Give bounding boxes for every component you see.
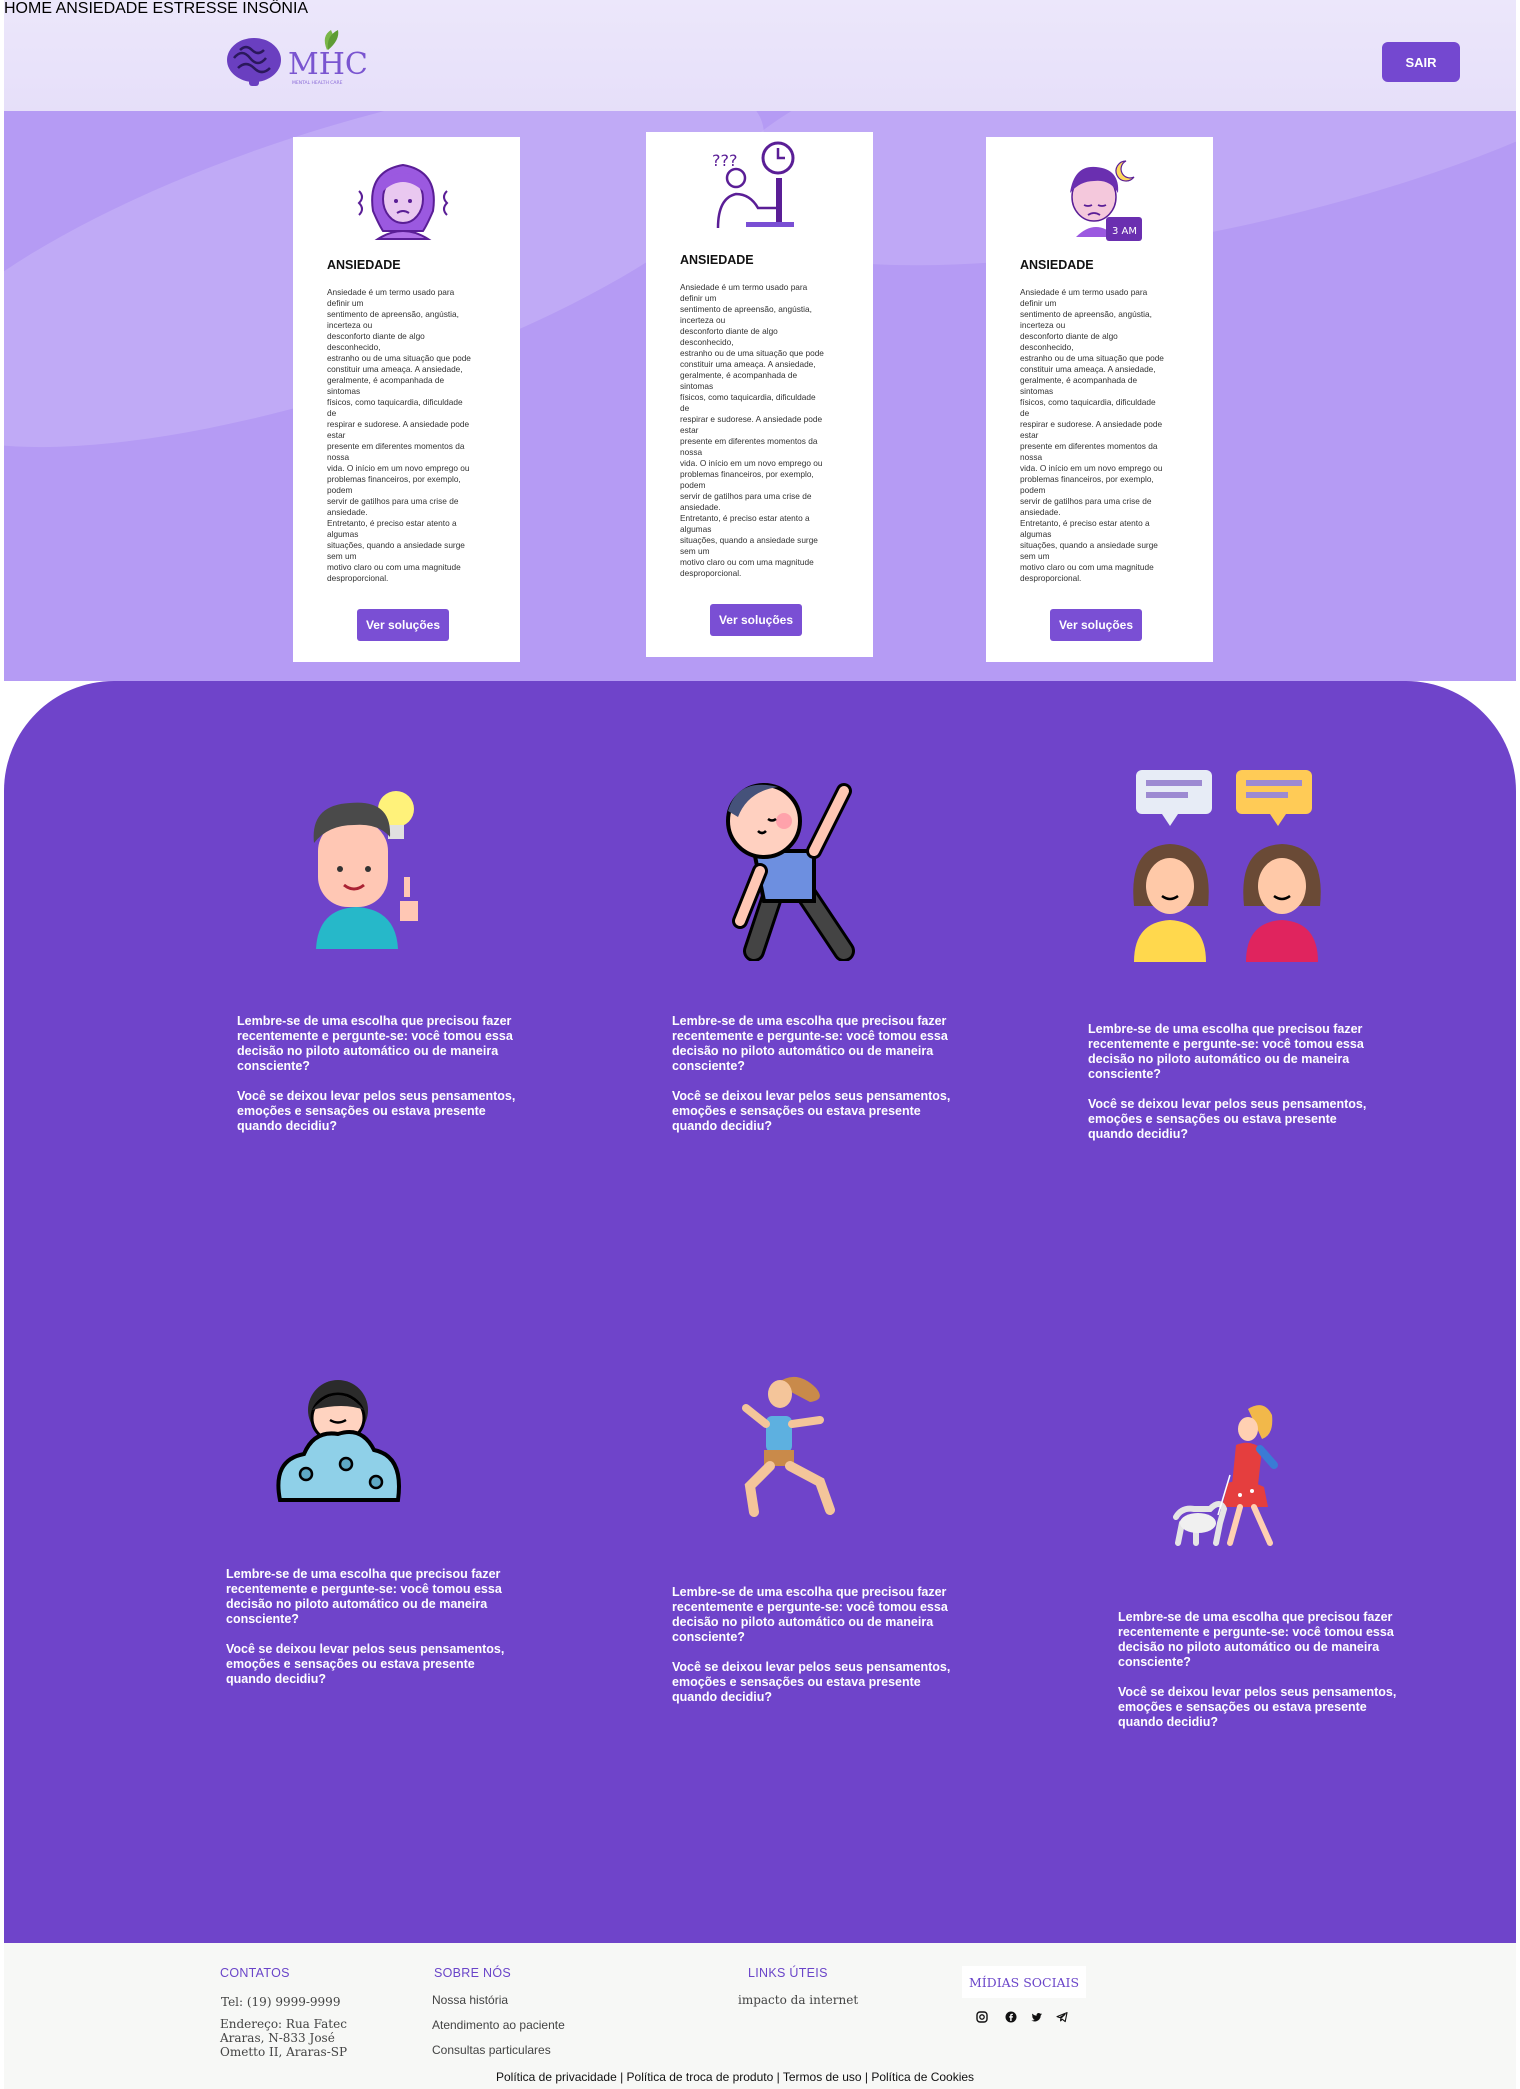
tip-text-6: Lembre-se de uma escolha que precisou fa… [1118, 1610, 1397, 1729]
useful-links-heading: LINKS ÚTEIS [748, 1966, 828, 1980]
man-lightbulb-illustration [313, 791, 418, 949]
facebook-icon[interactable] [1004, 2010, 1018, 2024]
nav-ansiedade[interactable]: ANSIEDADE [56, 0, 148, 17]
nav-home[interactable]: HOME [4, 0, 52, 17]
card-body: Ansiedade é um termo usado para definir … [680, 282, 824, 578]
anxious-woman-icon [357, 163, 449, 240]
instagram-icon[interactable] [975, 2010, 989, 2024]
card-title: ANSIEDADE [1020, 258, 1094, 272]
address-text: Endereço: Rua Fatec Araras, N-833 José O… [220, 2017, 348, 2059]
footer-link-internet-impact[interactable]: impacto da internet [738, 1993, 858, 2007]
person-bubble-bath-illustration [276, 1380, 401, 1502]
footer-link-private-consults[interactable]: Consultas particulares [432, 2043, 551, 2057]
phone-text: Tel: (19) 9999-9999 [221, 1995, 341, 2009]
social-media-heading-box: MÍDIAS SOCIAIS [962, 1966, 1086, 1998]
see-solutions-button[interactable]: Ver soluções [357, 609, 449, 641]
tip-text-2: Lembre-se de uma escolha que precisou fa… [672, 1014, 951, 1133]
tip-text-3: Lembre-se de uma escolha que precisou fa… [1088, 1022, 1367, 1141]
sleepless-man-3am-icon: 3 AM [1070, 160, 1142, 241]
site-footer [4, 1943, 1516, 2089]
tip-text-5: Lembre-se de uma escolha que precisou fa… [672, 1585, 951, 1704]
contacts-heading: CONTATOS [220, 1966, 290, 1980]
stretching-person-illustration [726, 783, 855, 961]
nav-insonia[interactable]: INSÔNIA [242, 0, 308, 17]
see-solutions-button[interactable]: Ver soluções [710, 604, 802, 636]
logout-button[interactable]: SAIR [1382, 42, 1460, 82]
card-title: ANSIEDADE [680, 253, 754, 267]
twitter-icon[interactable] [1030, 2010, 1044, 2024]
about-heading: SOBRE NÓS [434, 1966, 512, 1980]
info-card-anxiety-2: ??? ANSIEDADE Ansiedade é um termo usado… [646, 132, 873, 657]
brain-logo[interactable]: MHC MENTAL HEALTH CARE [224, 28, 374, 90]
telegram-icon[interactable] [1055, 2010, 1069, 2024]
social-media-heading: MÍDIAS SOCIAIS [968, 1974, 1080, 1990]
worried-worker-clock-icon: ??? [712, 141, 795, 229]
nav-estresse[interactable]: ESTRESSE [152, 0, 237, 17]
see-solutions-button[interactable]: Ver soluções [1050, 609, 1142, 641]
woman-walking-dog-illustration [1173, 1405, 1278, 1546]
svg-text:MENTAL HEALTH CARE: MENTAL HEALTH CARE [292, 80, 343, 86]
card-body: Ansiedade é um termo usado para definir … [1020, 287, 1164, 583]
card-title: ANSIEDADE [327, 258, 401, 272]
info-card-anxiety-1: ANSIEDADE Ansiedade é um termo usado par… [293, 137, 520, 662]
footer-link-patient-care[interactable]: Atendimento ao paciente [432, 2018, 565, 2032]
top-header: MHC MENTAL HEALTH CARE HOME ANSIEDADE ES… [4, 0, 1516, 112]
svg-text:???: ??? [712, 151, 737, 170]
card-body: Ansiedade é um termo usado para definir … [327, 287, 471, 583]
tips-section: Lembre-se de uma escolha que precisou fa… [4, 681, 1516, 1943]
svg-text:MHC: MHC [288, 47, 368, 82]
two-women-talking-illustration [1133, 770, 1321, 962]
footer-link-history[interactable]: Nossa história [432, 1993, 508, 2007]
tip-text-1: Lembre-se de uma escolha que precisou fa… [237, 1014, 516, 1133]
tip-text-4: Lembre-se de uma escolha que precisou fa… [226, 1567, 505, 1686]
running-woman-illustration [742, 1376, 835, 1517]
info-card-anxiety-3: 3 AM ANSIEDADE Ansiedade é um termo usad… [986, 137, 1213, 662]
policies-links[interactable]: Política de privacidade | Política de tr… [496, 2070, 974, 2084]
svg-text:3 AM: 3 AM [1112, 226, 1137, 237]
